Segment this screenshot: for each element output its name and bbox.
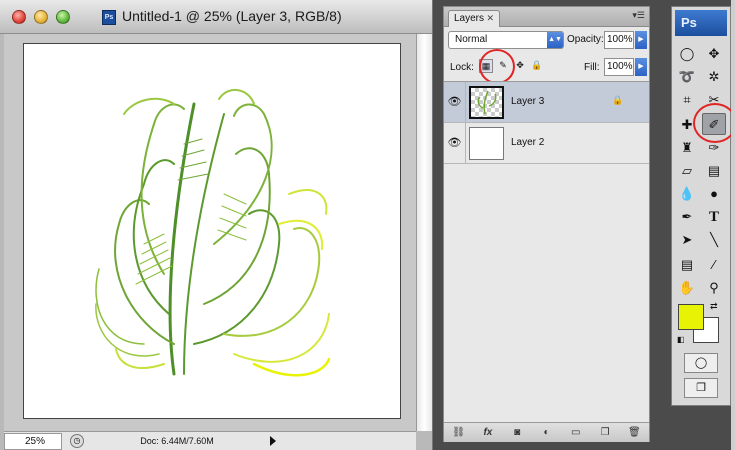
dodge-tool-icon[interactable]: ●: [702, 183, 726, 205]
zoom-tool-icon[interactable]: ⚲: [702, 277, 726, 299]
lock-label: Lock:: [450, 62, 474, 73]
document-title: Untitled-1 @ 25% (Layer 3, RGB/8): [122, 8, 342, 24]
zoom-level-field[interactable]: 25%: [4, 432, 62, 450]
status-info-icon[interactable]: ◷: [70, 434, 84, 448]
blend-mode-value: Normal: [455, 34, 488, 45]
type-tool-icon[interactable]: T: [702, 206, 726, 228]
lock-position-move-icon[interactable]: ✥: [513, 59, 527, 73]
highlight-circle-brush-tool: [693, 103, 735, 143]
select-arrows-icon: ▲▼: [547, 32, 563, 48]
opacity-label: Opacity:: [567, 34, 604, 45]
fill-input[interactable]: 100%: [604, 58, 634, 76]
visibility-eye-icon[interactable]: 👁: [444, 123, 466, 163]
document-canvas[interactable]: [23, 43, 401, 419]
layers-panel-footer: ⛓ fx ◙ ◐ ▭ ❐ 🗑: [444, 422, 649, 442]
photoshop-document-icon: Ps: [102, 10, 116, 25]
path-selection-tool-icon[interactable]: ➤: [675, 229, 699, 251]
tools-panel: Ps ◯ ✥ ➰ ✲ ⌗ ✂ ✚ ✐ ♜ ✑ ▱ ▤ 💧 ● ✒ T ➤ ╲ ▤…: [671, 6, 731, 406]
layer-3-thumbnail-art: [477, 90, 497, 115]
notes-tool-icon[interactable]: ▤: [675, 254, 699, 276]
layer-thumbnail: [469, 127, 504, 160]
layer-lock-icon: 🔒: [612, 95, 624, 105]
adjustment-layer-icon[interactable]: ◐: [537, 427, 555, 438]
add-mask-icon[interactable]: ◙: [508, 427, 526, 438]
layers-panel: Layers ✕ ▾☰ Normal ▲▼ Opacity: 100% ▶ Lo…: [443, 6, 650, 442]
quick-mask-mode-icon[interactable]: ◯: [684, 353, 718, 373]
gradient-tool-icon[interactable]: ▤: [702, 160, 726, 182]
highlight-circle-lock-transparency: [479, 49, 515, 84]
vertical-scrollbar[interactable]: [416, 34, 432, 431]
fill-label: Fill:: [584, 62, 600, 73]
minimize-button[interactable]: [34, 10, 48, 24]
foreground-color-swatch[interactable]: [678, 304, 704, 330]
opacity-slider-arrow-icon[interactable]: ▶: [635, 31, 647, 49]
new-layer-icon[interactable]: ❐: [596, 427, 614, 438]
new-group-folder-icon[interactable]: ▭: [567, 427, 585, 438]
tab-layers[interactable]: Layers ✕: [448, 10, 500, 27]
layer-thumbnail: [469, 86, 504, 119]
default-colors-icon[interactable]: ◧: [677, 335, 685, 344]
layer-style-fx-icon[interactable]: fx: [479, 427, 497, 438]
window-edge: [731, 0, 735, 450]
lock-all-icon[interactable]: 🔒: [530, 59, 544, 73]
layer-row-layer-2[interactable]: 👁 Layer 2: [444, 123, 649, 164]
visibility-eye-icon[interactable]: 👁: [444, 82, 466, 122]
layer-list: 👁 Layer 3 🔒 👁 Layer 2: [444, 81, 649, 164]
layers-panel-tabbar: Layers ✕ ▾☰: [444, 7, 649, 27]
clone-stamp-tool-icon[interactable]: ♜: [675, 137, 699, 159]
delete-layer-trash-icon[interactable]: 🗑: [625, 427, 643, 438]
eraser-tool-icon[interactable]: ▱: [675, 160, 699, 182]
line-tool-icon[interactable]: ╲: [702, 229, 726, 251]
lasso-tool-icon[interactable]: ➰: [675, 66, 699, 88]
opacity-input[interactable]: 100%: [604, 31, 634, 49]
fill-slider-arrow-icon[interactable]: ▶: [635, 58, 647, 76]
hand-tool-icon[interactable]: ✋: [675, 277, 699, 299]
link-layers-icon[interactable]: ⛓: [450, 427, 468, 438]
eyedropper-tool-icon[interactable]: ⁄: [702, 254, 726, 276]
tab-close-icon[interactable]: ✕: [486, 11, 494, 26]
screen-mode-icon[interactable]: ❐: [684, 378, 718, 398]
status-menu-arrow-icon[interactable]: [270, 436, 276, 446]
layer-name: Layer 2: [511, 137, 545, 148]
canvas-area[interactable]: [4, 34, 416, 431]
move-tool-icon[interactable]: ✥: [702, 43, 726, 65]
document-window: Ps Untitled-1 @ 25% (Layer 3, RGB/8) 25%…: [0, 0, 433, 450]
pen-tool-icon[interactable]: ✒: [675, 206, 699, 228]
crop-tool-icon[interactable]: ⌗: [675, 89, 699, 111]
close-button[interactable]: [12, 10, 26, 24]
leaf-ornament-artwork: [95, 89, 331, 377]
document-size-info: Doc: 6.44M/7.60M: [140, 436, 214, 446]
swap-colors-icon[interactable]: ⇄: [710, 301, 718, 312]
blend-mode-select[interactable]: Normal ▲▼: [448, 31, 564, 49]
tab-layers-label: Layers: [454, 13, 485, 24]
zoom-button[interactable]: [56, 10, 70, 24]
panel-menu-icon[interactable]: ▾☰: [632, 10, 645, 21]
status-bar: 25% ◷ Doc: 6.44M/7.60M: [4, 431, 416, 450]
magic-wand-tool-icon[interactable]: ✲: [702, 66, 726, 88]
document-titlebar[interactable]: Ps Untitled-1 @ 25% (Layer 3, RGB/8): [0, 0, 432, 34]
marquee-tool-icon[interactable]: ◯: [675, 43, 699, 65]
layer-row-layer-3[interactable]: 👁 Layer 3 🔒: [444, 82, 649, 123]
blur-tool-icon[interactable]: 💧: [675, 183, 699, 205]
photoshop-logo[interactable]: Ps: [675, 10, 727, 36]
layer-name: Layer 3: [511, 96, 545, 107]
